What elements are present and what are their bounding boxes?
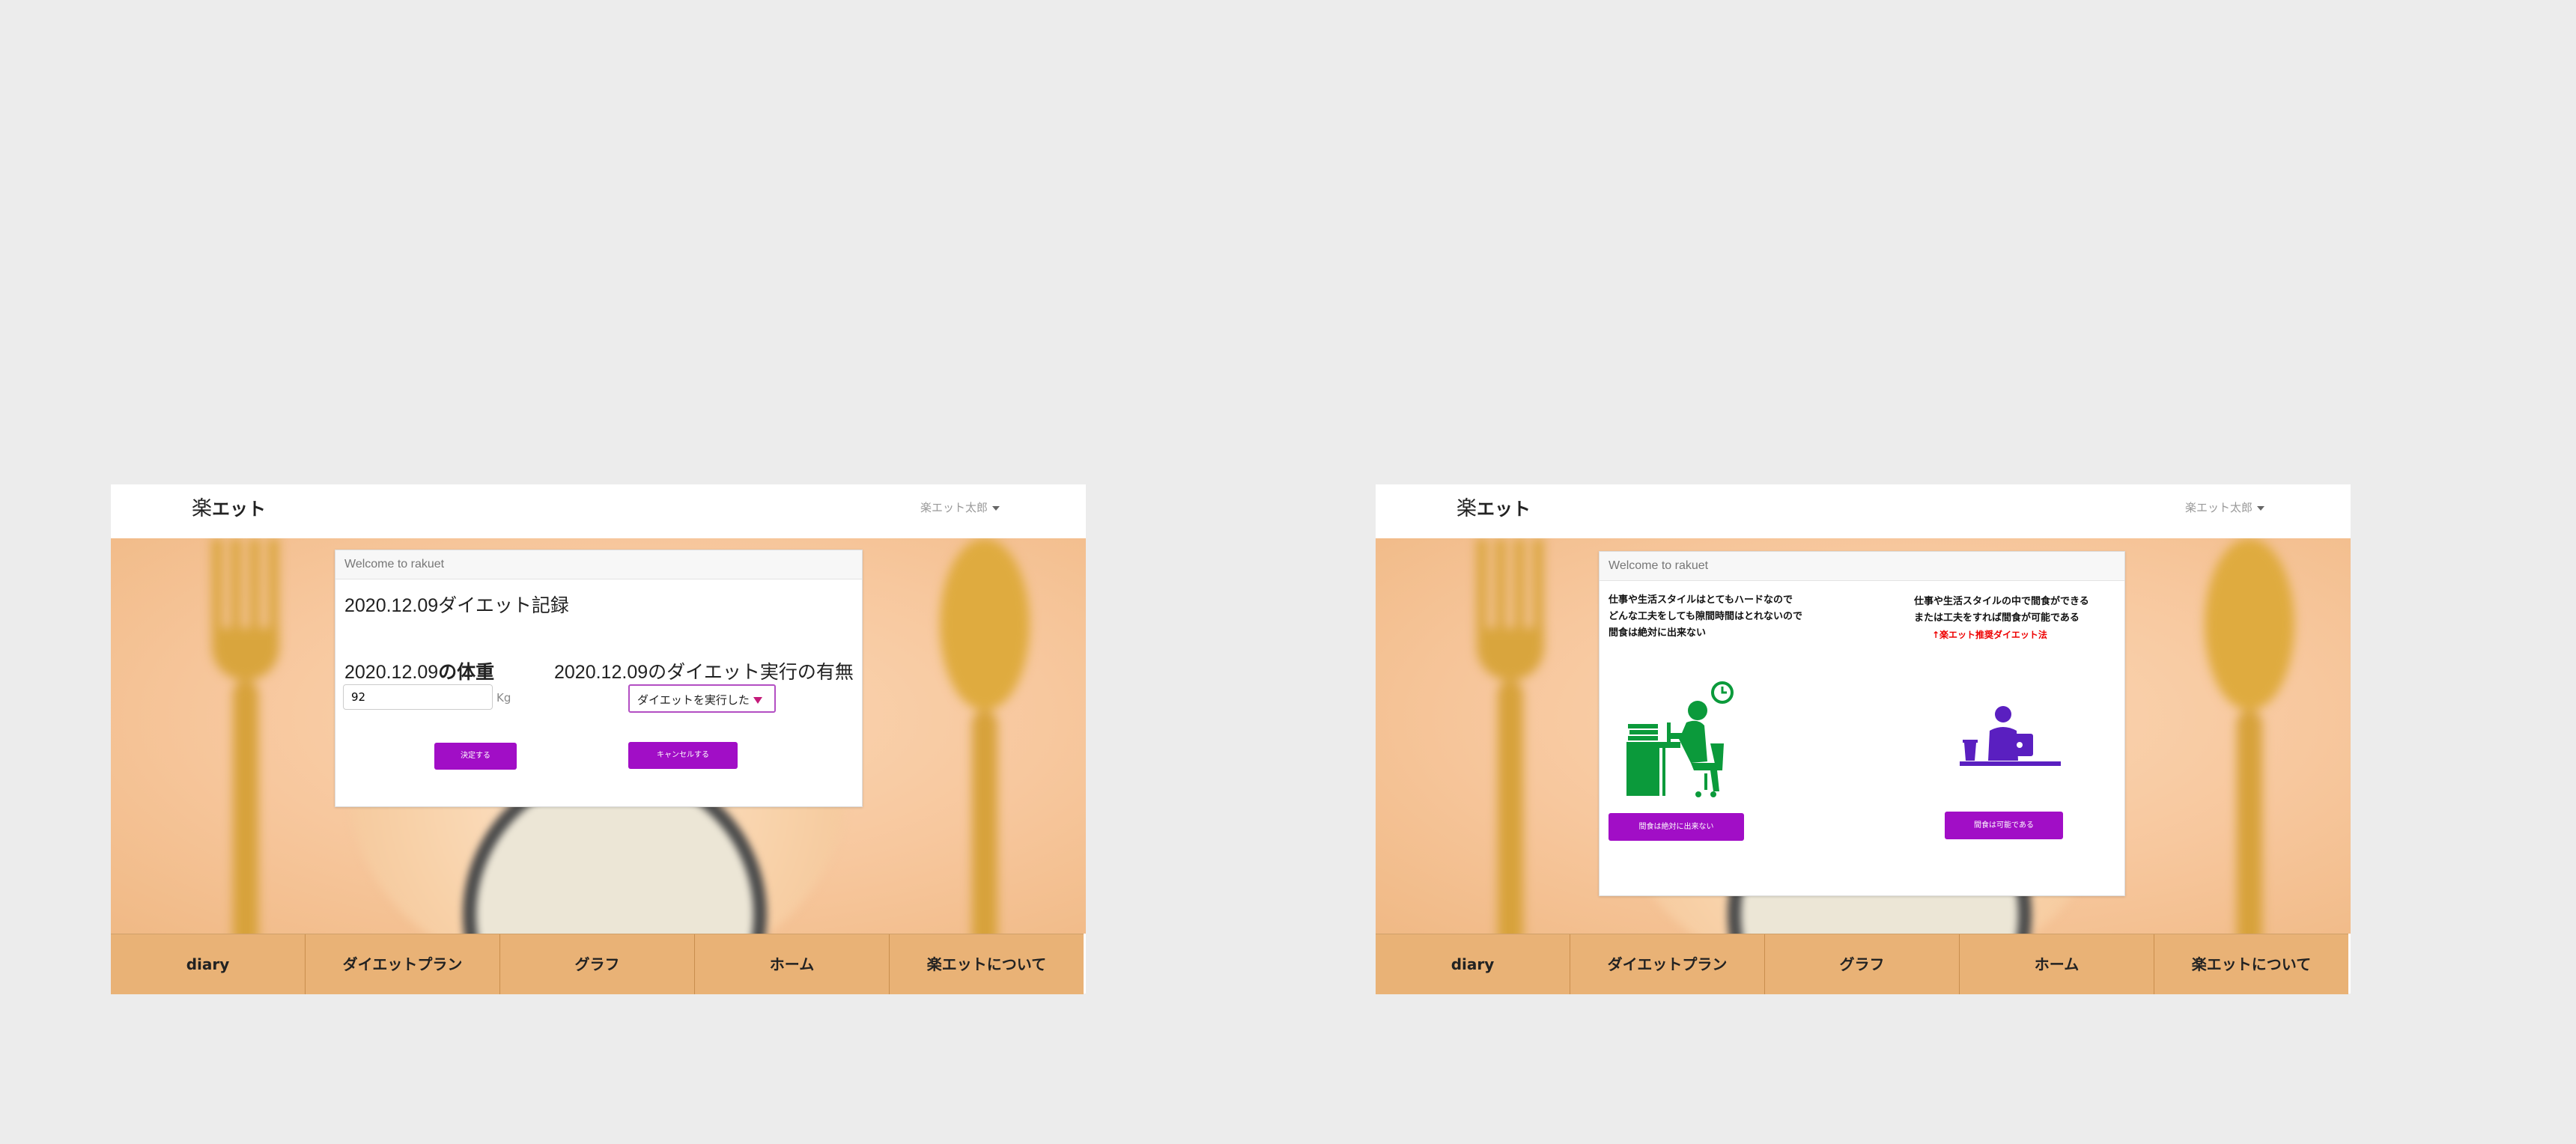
brand-kanji: 楽 <box>1456 497 1477 520</box>
screen-diet-record: 楽エット 楽エット太郎 Welcome to rakuet 2020.12.09… <box>111 484 1086 994</box>
weight-label: 2020.12.09の体重 <box>344 662 495 683</box>
weight-input[interactable]: 92 <box>343 684 493 710</box>
brand-logo[interactable]: 楽エット <box>1456 492 1531 521</box>
brand-kata: エット <box>1477 499 1531 520</box>
card-header: Welcome to rakuet <box>1600 552 2124 581</box>
footer-nav-diary[interactable]: diary <box>111 934 306 994</box>
user-menu-dropdown[interactable]: 楽エット太郎 <box>2185 499 2264 515</box>
navbar: 楽エット 楽エット太郎 <box>111 484 1086 539</box>
brand-kanji: 楽 <box>192 497 212 520</box>
option-a-description: 仕事や生活スタイルはとてもハードなので どんな工夫をしても隙間時間はとれないので… <box>1609 594 1802 639</box>
diet-executed-label: 2020.12.09のダイエット実行の有無 <box>554 662 854 683</box>
dropdown-arrow-icon <box>753 697 762 704</box>
footer-nav-about[interactable]: 楽エットについて <box>2154 934 2348 994</box>
diet-record-title: 2020.12.09ダイエット記録 <box>344 595 569 616</box>
spoon-image <box>940 538 1030 934</box>
spoon-image <box>2205 538 2294 934</box>
busy-worker-icon <box>1626 681 1734 797</box>
diet-record-card: Welcome to rakuet 2020.12.09ダイエット記録 2020… <box>335 550 863 807</box>
caret-down-icon <box>992 505 1000 511</box>
footer-nav-home[interactable]: ホーム <box>1960 934 2154 994</box>
recommended-note: ↑楽エット推奨ダイエット法 <box>1932 630 2047 640</box>
diet-executed-select[interactable]: ダイエットを実行した <box>628 684 776 713</box>
footer-nav: diary ダイエットプラン グラフ ホーム 楽エットについて <box>1376 934 2348 994</box>
card-header: Welcome to rakuet <box>335 550 862 579</box>
footer-nav-diet-plan[interactable]: ダイエットプラン <box>1570 934 1765 994</box>
confirm-button[interactable]: 決定する <box>434 743 517 770</box>
footer-nav-graph[interactable]: グラフ <box>1765 934 1960 994</box>
relaxed-worker-icon <box>1960 706 2061 766</box>
footer-nav: diary ダイエットプラン グラフ ホーム 楽エットについて <box>111 934 1084 994</box>
hero-background: Welcome to rakuet 2020.12.09ダイエット記録 2020… <box>111 538 1086 934</box>
footer-nav-graph[interactable]: グラフ <box>500 934 695 994</box>
brand-logo[interactable]: 楽エット <box>192 492 266 521</box>
caret-down-icon <box>2257 505 2264 511</box>
screen-snack-choice: 楽エット 楽エット太郎 Welcome to rakuet 仕事や生活スタイルは… <box>1376 484 2351 994</box>
select-value: ダイエットを実行した <box>637 693 750 707</box>
footer-nav-diet-plan[interactable]: ダイエットプラン <box>306 934 500 994</box>
navbar: 楽エット 楽エット太郎 <box>1376 484 2351 539</box>
footer-nav-diary[interactable]: diary <box>1376 934 1570 994</box>
weight-unit-label: Kg <box>496 691 511 705</box>
user-menu-label: 楽エット太郎 <box>2184 501 2253 514</box>
brand-kata: エット <box>212 499 266 520</box>
user-menu-dropdown[interactable]: 楽エット太郎 <box>920 499 1000 515</box>
cancel-button[interactable]: キャンセルする <box>628 742 738 769</box>
snack-possible-button[interactable]: 間食は可能である <box>1945 812 2063 839</box>
fork-image <box>212 538 279 934</box>
no-snack-button[interactable]: 間食は絶対に出来ない <box>1609 813 1744 841</box>
snack-choice-card: Welcome to rakuet 仕事や生活スタイルはとてもハードなので どん… <box>1599 551 2125 896</box>
option-b-description: 仕事や生活スタイルの中で間食ができる または工夫をすれば間食が可能である ↑楽エ… <box>1914 594 2089 643</box>
fork-image <box>1477 538 1544 934</box>
hero-background: Welcome to rakuet 仕事や生活スタイルはとてもハードなので どん… <box>1376 538 2351 934</box>
footer-nav-home[interactable]: ホーム <box>695 934 890 994</box>
footer-nav-about[interactable]: 楽エットについて <box>890 934 1084 994</box>
user-menu-label: 楽エット太郎 <box>920 501 988 514</box>
